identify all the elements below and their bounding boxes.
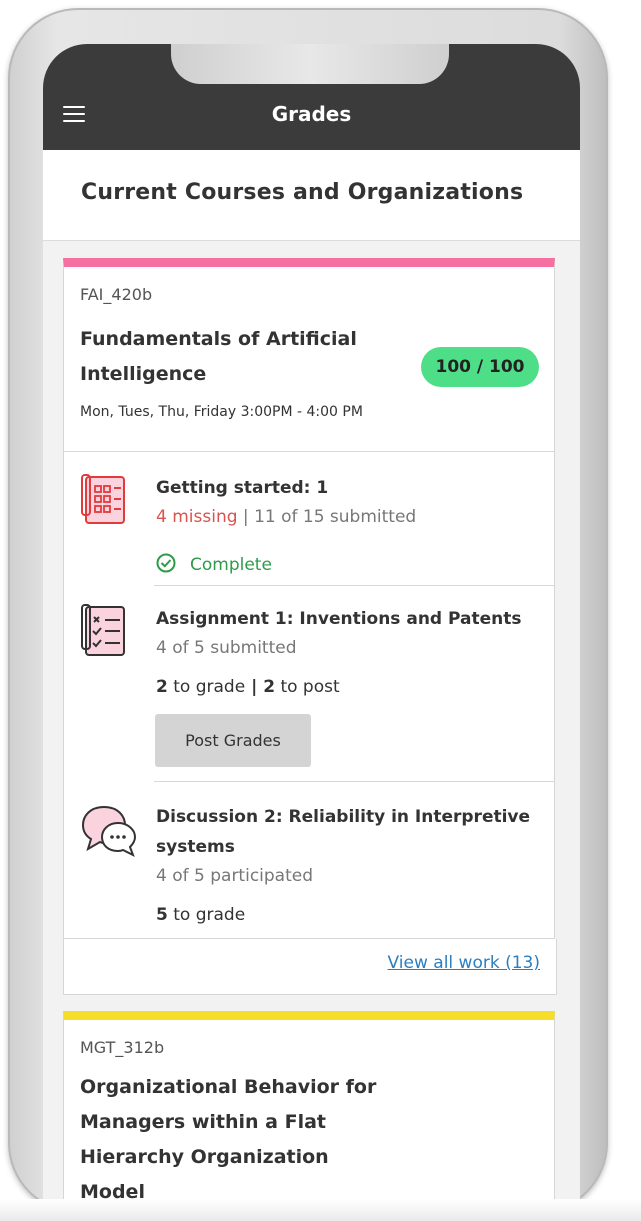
missing-count: 4 missing xyxy=(156,507,238,527)
item-title[interactable]: Assignment 1: Inventions and Patents xyxy=(156,604,521,634)
check-circle-icon xyxy=(156,553,176,573)
section-header: Current Courses and Organizations xyxy=(43,150,580,241)
grading-counts: 5 to grade xyxy=(156,905,245,925)
to-grade-label: to grade xyxy=(167,677,246,697)
divider xyxy=(64,451,554,452)
complete-label: Complete xyxy=(190,555,272,575)
course-code: MGT_312b xyxy=(80,1038,165,1057)
submitted-count: 4 of 5 submitted xyxy=(156,638,297,658)
item-title[interactable]: Getting started: 1 xyxy=(156,473,328,503)
course-name-line-1: Fundamentals of Artificial xyxy=(80,328,357,350)
checklist-icon xyxy=(81,604,125,656)
section-title: Current Courses and Organizations xyxy=(81,180,524,205)
item-title-line-2[interactable]: systems xyxy=(156,832,235,862)
course-card[interactable]: FAI_420b Fundamentals of Artificial Inte… xyxy=(63,258,555,949)
course-schedule: Mon, Tues, Thu, Friday 3:00PM - 4:00 PM xyxy=(80,404,363,420)
to-grade-count: 2 xyxy=(156,677,168,697)
to-post-count: 2 xyxy=(263,677,276,697)
bottom-edge xyxy=(0,1199,641,1221)
divider xyxy=(154,585,554,586)
grade-badge: 100 / 100 xyxy=(421,347,539,387)
course-name-line-3: Hierarchy Organization xyxy=(80,1146,329,1168)
divider xyxy=(154,781,554,782)
complete-status: Complete xyxy=(156,553,272,575)
submission-status: 4 missing | 11 of 15 submitted xyxy=(156,507,416,527)
card-footer: View all work (13) xyxy=(63,939,557,995)
post-grades-button[interactable]: Post Grades xyxy=(155,714,311,767)
participated-count: 4 of 5 participated xyxy=(156,866,314,886)
course-name-line-1: Organizational Behavior for xyxy=(80,1076,377,1098)
submitted-count: 11 of 15 submitted xyxy=(254,507,417,527)
calculator-icon xyxy=(81,474,125,524)
grading-counts: 2 to grade | 2 to post xyxy=(156,677,340,697)
separator: | xyxy=(237,507,255,527)
page-title: Grades xyxy=(271,102,352,126)
course-name-line-2: Intelligence xyxy=(80,363,207,385)
phone-notch xyxy=(171,44,449,84)
course-code: FAI_420b xyxy=(80,285,153,304)
to-post-label: to post xyxy=(275,677,340,697)
screen: Grades Current Courses and Organizations… xyxy=(43,44,580,1204)
view-all-work-link[interactable]: View all work (13) xyxy=(388,953,540,973)
to-grade-label: to grade xyxy=(167,905,246,925)
item-title-line-1[interactable]: Discussion 2: Reliability in Interpretiv… xyxy=(156,802,530,832)
course-name-line-2: Managers within a Flat xyxy=(80,1111,327,1133)
discussion-icon xyxy=(81,805,137,858)
separator: | xyxy=(245,677,264,697)
course-card[interactable]: MGT_312b Organizational Behavior for Man… xyxy=(63,1011,555,1204)
to-grade-count: 5 xyxy=(156,905,168,925)
phone-frame: Grades Current Courses and Organizations… xyxy=(8,8,608,1213)
